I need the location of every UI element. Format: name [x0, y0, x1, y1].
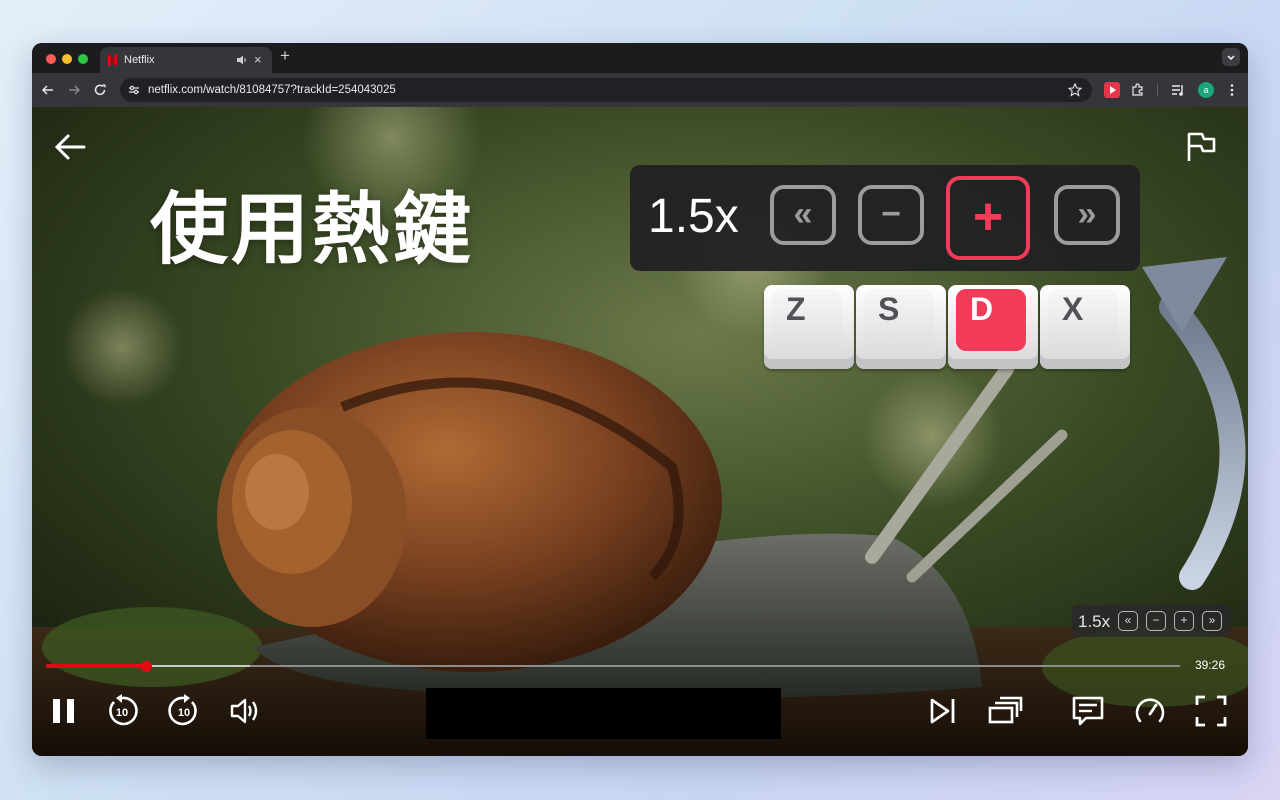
remaining-time: 39:26 — [1195, 658, 1226, 672]
flag-icon[interactable] — [1184, 131, 1218, 163]
hotkey-d: D — [948, 285, 1038, 369]
bookmark-star-icon[interactable] — [1068, 83, 1082, 97]
hotkey-label: X — [1048, 289, 1118, 351]
hotkey-s: S — [856, 285, 946, 369]
maximize-window-button[interactable] — [78, 54, 88, 64]
forward-icon[interactable] — [66, 82, 82, 98]
back-icon[interactable] — [40, 82, 56, 98]
hotkey-z: Z — [764, 285, 854, 369]
more-menu-icon[interactable] — [1224, 82, 1240, 98]
tab-netflix[interactable]: Netflix × — [100, 47, 272, 73]
progress-bar[interactable] — [46, 661, 1180, 672]
minimize-window-button[interactable] — [62, 54, 72, 64]
url-text: netflix.com/watch/81084757?trackId=25404… — [148, 84, 396, 96]
netflix-logo-icon — [108, 54, 117, 66]
hotkey-label: Z — [772, 289, 842, 351]
slower-button[interactable]: − — [858, 185, 924, 245]
hotkey-label: D — [956, 289, 1026, 351]
profile-avatar[interactable]: a — [1198, 82, 1214, 98]
extensions-puzzle-icon[interactable] — [1130, 82, 1146, 98]
speed-value: 1.5x — [648, 190, 739, 243]
forward-10-icon[interactable]: 10 — [166, 693, 202, 729]
fullscreen-icon[interactable] — [1193, 693, 1229, 729]
hotkey-x: X — [1040, 285, 1130, 369]
video-player[interactable]: 使用熱鍵 1.5x « − + » Z S D X 1.5x « − + » 3… — [32, 107, 1248, 756]
progress-scrubber[interactable] — [140, 661, 152, 672]
mini-slower-more-button[interactable]: « — [1118, 611, 1138, 631]
browser-window: Netflix × + netflix.com/watch/81084757?t… — [32, 43, 1248, 756]
mini-faster-more-button[interactable]: » — [1202, 611, 1222, 631]
mini-slower-button[interactable]: − — [1146, 611, 1166, 631]
close-window-button[interactable] — [46, 54, 56, 64]
tab-audio-icon[interactable] — [236, 54, 248, 66]
toolbar-separator — [1157, 84, 1158, 96]
chevron-down-icon — [1227, 55, 1235, 61]
tab-strip: Netflix × + — [32, 43, 1248, 73]
faster-more-button[interactable]: » — [1054, 185, 1120, 245]
back-arrow-icon[interactable] — [52, 132, 88, 162]
new-tab-button[interactable]: + — [280, 46, 290, 66]
rewind-10-icon[interactable]: 10 — [104, 693, 140, 729]
reload-icon[interactable] — [92, 82, 108, 98]
site-settings-icon[interactable] — [128, 84, 140, 96]
tab-search-button[interactable] — [1222, 48, 1240, 66]
extension-speed-icon[interactable] — [1104, 82, 1120, 98]
volume-icon[interactable] — [228, 693, 264, 729]
faster-button[interactable]: + — [946, 176, 1030, 260]
next-episode-icon[interactable] — [925, 693, 961, 729]
media-controls-icon[interactable] — [1170, 82, 1186, 98]
mini-speed-value: 1.5x — [1078, 612, 1111, 631]
browser-toolbar: netflix.com/watch/81084757?trackId=25404… — [32, 73, 1248, 107]
mini-speed-panel: 1.5x « − + » — [1072, 605, 1230, 637]
speed-icon[interactable] — [1132, 693, 1168, 729]
address-bar[interactable]: netflix.com/watch/81084757?trackId=25404… — [120, 78, 1092, 102]
slower-more-button[interactable]: « — [770, 185, 836, 245]
svg-text:10: 10 — [116, 707, 128, 719]
pause-icon[interactable] — [46, 693, 82, 729]
subtitles-icon[interactable] — [1070, 693, 1106, 729]
play-icon — [1110, 86, 1116, 94]
hotkey-label: S — [864, 289, 934, 351]
svg-text:10: 10 — [178, 707, 190, 719]
episode-title-area — [426, 688, 781, 739]
tab-close-icon[interactable]: × — [254, 47, 262, 73]
tab-title: Netflix — [124, 54, 155, 66]
speed-control-panel: 1.5x « − + » — [630, 165, 1140, 271]
mini-faster-button[interactable]: + — [1174, 611, 1194, 631]
headline-text: 使用熱鍵 — [150, 185, 475, 275]
progress-played — [46, 664, 146, 668]
episodes-icon[interactable] — [987, 693, 1023, 729]
